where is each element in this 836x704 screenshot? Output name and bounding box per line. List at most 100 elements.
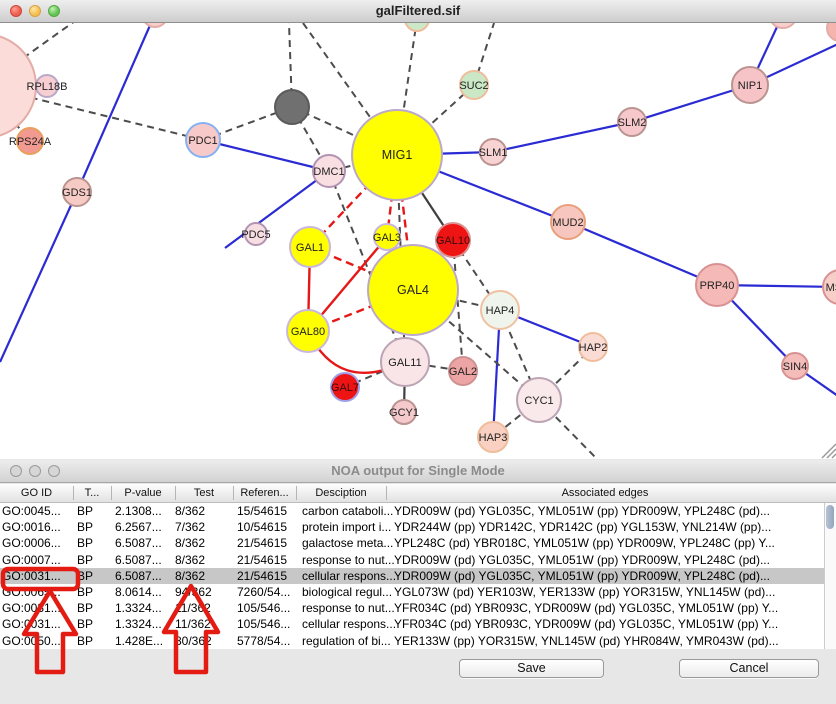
node-label: GAL3 [373,232,401,244]
column-separator[interactable] [111,486,112,500]
table-cell: 11/362 [175,617,211,631]
table-cell: GO:0031... [2,617,61,631]
table-cell: GO:0016... [2,520,61,534]
column-header[interactable]: T... [85,487,100,499]
node-label: NIP1 [738,80,762,92]
table-cell: carbon cataboli... [302,504,393,518]
table-row[interactable]: GO:0050...BP1.428E...80/3625778/54...reg… [0,633,824,649]
table-cell: YPL248C (pd) YBR018C, YML051W (pp) YDR00… [394,536,824,550]
column-header[interactable]: GO ID [21,487,52,499]
node-label: HAP3 [479,432,508,444]
table-header[interactable]: GO ID T... P-value Test Referen... Desciption… [0,484,836,503]
table-cell: cellular respons... [302,617,396,631]
table-cell: 21/54615 [237,569,287,583]
table-cell: GO:0006... [2,536,61,550]
node-label: SLM2 [618,117,647,129]
screen: { "network_window": { "title": "galFilte… [0,0,836,704]
network-titlebar[interactable]: galFiltered.sif [0,0,836,23]
table-cell: 8/362 [175,504,205,518]
network-window: RPL18BRPS24AGDS1PDC1MIG1SUC2SLM1DMC1PDC5… [0,0,836,459]
save-button[interactable]: Save [459,659,604,678]
column-separator[interactable] [233,486,234,500]
column-header[interactable]: Test [194,487,214,499]
noa-window-title: NOA output for Single Mode [0,463,836,478]
node-label: GAL10 [436,235,470,247]
node-label: GAL80 [291,326,325,338]
noa-titlebar[interactable]: NOA output for Single Mode [0,460,836,483]
column-header[interactable]: Referen... [240,487,288,499]
table-cell: YDR009W (pd) YGL035C, YML051W (pp) YDR00… [394,553,824,567]
node-label: HAP2 [579,342,608,354]
scrollbar-thumb[interactable] [826,505,834,529]
table-cell: YDR009W (pd) YGL035C, YML051W (pp) YDR00… [394,569,824,583]
column-separator[interactable] [296,486,297,500]
table-cell: 1.3324... [115,617,162,631]
node-label: SIN4 [783,361,807,373]
table-cell: GO:0045... [2,504,61,518]
column-separator[interactable] [73,486,74,500]
table-cell: 11/362 [175,601,211,615]
node-label: CYC1 [524,395,553,407]
table-cell: 6.5087... [115,553,162,567]
table-cell: BP [77,585,93,599]
table-cell: BP [77,553,93,567]
node-label: MUD2 [552,217,583,229]
column-header[interactable]: Desciption [315,487,366,499]
table-cell: 6.5087... [115,536,162,550]
table-cell: 6.5087... [115,569,162,583]
table-cell: BP [77,520,93,534]
table-cell: BP [77,634,93,648]
node-gray-node[interactable] [275,90,309,124]
column-separator[interactable] [175,486,176,500]
node-label: SUC2 [459,80,488,92]
column-separator[interactable] [386,486,387,500]
table-cell: galactose meta... [302,536,393,550]
cancel-button[interactable]: Cancel [679,659,819,678]
node-label: GAL11 [388,357,421,369]
node-label: RPS24A [9,136,52,148]
table-cell: biological regul... [302,585,392,599]
table-body[interactable]: GO:0045...BP2.1308...8/36215/54615carbon… [0,503,824,649]
table-cell: 5778/54... [237,634,290,648]
node-label: GAL4 [397,283,429,297]
table-cell: BP [77,617,93,631]
table-cell: 1.3324... [115,601,162,615]
table-row[interactable]: GO:0045...BP2.1308...8/36215/54615carbon… [0,503,824,519]
table-cell: response to nut... [302,601,395,615]
table-cell: 8/362 [175,553,205,567]
table-row[interactable]: GO:0016...BP6.2567...7/36210/54615protei… [0,519,824,535]
table-cell: GO:0031... [2,569,61,583]
node-label: PDC1 [188,135,217,147]
table-cell: 94/362 [175,585,212,599]
table-cell: 8.0614... [115,585,162,599]
table-cell: 7/362 [175,520,205,534]
table-cell: GO:0065... [2,585,61,599]
table-cell: YFR034C (pd) YBR093C, YDR009W (pd) YGL03… [394,617,824,631]
node-label: SLM1 [479,147,508,159]
table-cell: 21/54615 [237,536,287,550]
table-cell: 105/546... [237,601,290,615]
table-cell: 6.2567... [115,520,162,534]
column-header[interactable]: P-value [124,487,161,499]
vertical-scrollbar[interactable] [824,503,836,649]
table-row[interactable]: GO:0006...BP6.5087...8/36221/54615galact… [0,535,824,551]
node-label: DMC1 [313,166,344,178]
table-cell: BP [77,504,93,518]
table-cell: 1.428E... [115,634,163,648]
table-cell: 105/546... [237,617,290,631]
table-row[interactable]: GO:0031...BP6.5087...8/36221/54615cellul… [0,568,824,584]
table-row[interactable]: GO:0031...BP1.3324...11/362105/546...res… [0,600,824,616]
table-row[interactable]: GO:0007...BP6.5087...8/36221/54615respon… [0,552,824,568]
table-cell: cellular respons... [302,569,396,583]
table-cell: 2.1308... [115,504,162,518]
table-row[interactable]: GO:0065...BP8.0614...94/3627260/54...bio… [0,584,824,600]
node-label: GCY1 [389,407,419,419]
table-cell: 10/54615 [237,520,287,534]
table-cell: BP [77,569,93,583]
table-row[interactable]: GO:0031... BP 1.3324... 11/362 105/546... cel… [0,616,824,632]
table-cell: response to nut... [302,553,395,567]
network-canvas[interactable]: RPL18BRPS24AGDS1PDC1MIG1SUC2SLM1DMC1PDC5… [0,0,836,459]
column-header[interactable]: Associated edges [562,487,649,499]
table-cell: BP [77,601,93,615]
node-label: GAL7 [331,382,359,394]
